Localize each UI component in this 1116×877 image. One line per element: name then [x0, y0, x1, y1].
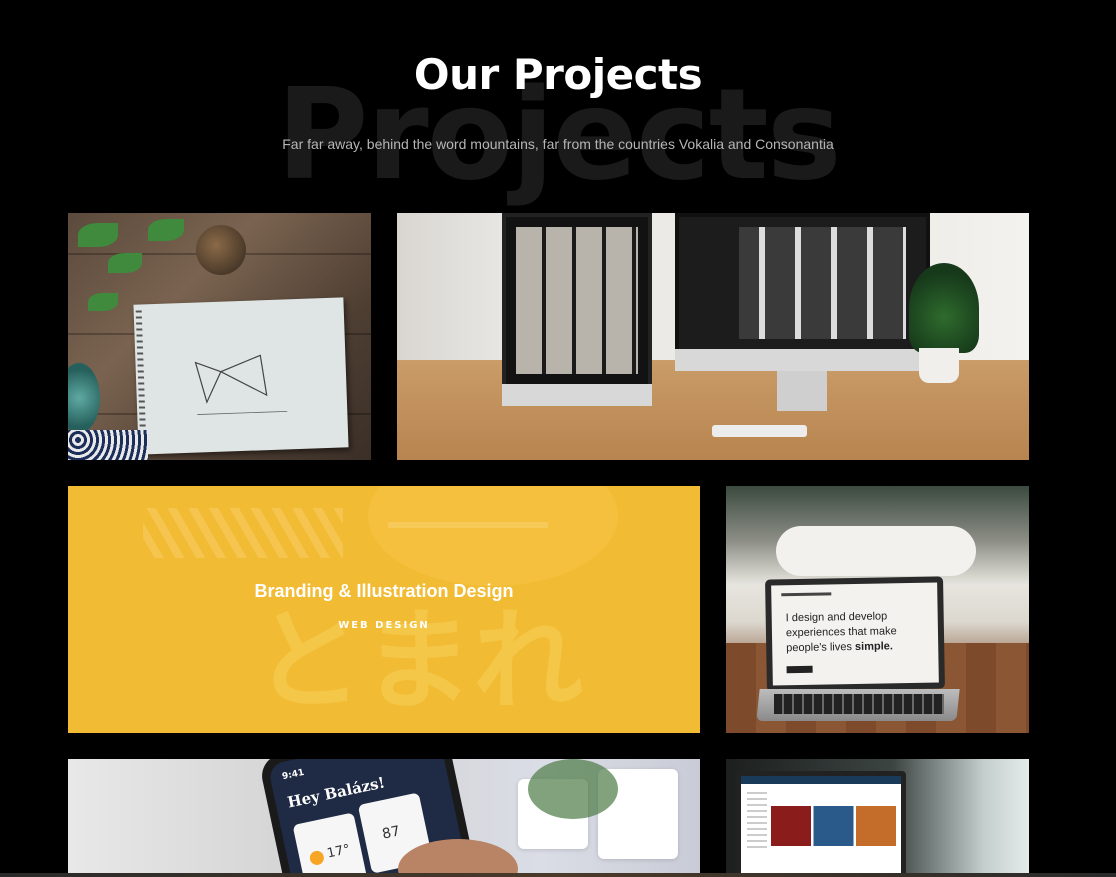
leaf-icon	[88, 293, 118, 311]
sun-icon	[308, 849, 326, 867]
monitor-stand	[777, 371, 827, 411]
monitor-screen	[739, 227, 906, 339]
screen-button	[786, 665, 813, 674]
monitor-left	[502, 213, 652, 388]
laptop-display: I design and develop experiences that ma…	[771, 582, 939, 686]
screen-topbar	[781, 592, 832, 597]
sketchbook	[133, 297, 349, 455]
laptop-quote: I design and develop experiences that ma…	[786, 609, 929, 656]
lounge-chair	[776, 526, 976, 576]
project-tile-laptop-website[interactable]	[726, 759, 1029, 877]
leaf-icon	[78, 223, 118, 247]
patterned-cloth	[68, 430, 148, 460]
decor-zigzag	[388, 522, 548, 552]
laptop-quote-emphasis: simple.	[854, 640, 893, 653]
project-tile-sketchbook[interactable]	[68, 213, 371, 460]
projects-heading: Projects Our Projects Far far away, behi…	[0, 0, 1116, 200]
website-hero	[771, 806, 896, 846]
project-tile-laptop-quote[interactable]: I design and develop experiences that ma…	[726, 486, 1029, 733]
website-navbar	[741, 776, 901, 784]
laptop-keyboard	[774, 694, 944, 714]
project-tile-branding[interactable]: とまれ Branding & Illustration Design WEB D…	[68, 486, 700, 733]
plant-icon	[909, 263, 979, 353]
website-sidebar	[747, 792, 767, 852]
leaf-icon	[148, 219, 184, 241]
plant-pot	[919, 348, 959, 383]
weather-temp: 17°	[325, 842, 352, 862]
air-quality-value: 87	[380, 823, 402, 843]
plant-icon	[528, 759, 618, 819]
laptop-screen	[736, 771, 906, 877]
bottom-edge	[0, 873, 1116, 877]
section-title: Our Projects	[413, 50, 703, 99]
project-caption: Branding & Illustration Design WEB DESIG…	[68, 581, 700, 631]
weather-card: 17°	[292, 812, 368, 877]
butterfly-sketch-icon	[194, 354, 288, 415]
monitor-right	[675, 213, 930, 353]
project-tile-phone-app[interactable]: 9:41 Hey Balázs! 17° 87	[68, 759, 700, 877]
decor-triangles	[143, 508, 343, 558]
succulent	[68, 363, 100, 433]
project-category[interactable]: WEB DESIGN	[68, 620, 700, 631]
monitor-chin	[675, 349, 930, 371]
section-subtitle: Far far away, behind the word mountains,…	[282, 136, 834, 152]
leaf-icon	[108, 253, 142, 273]
laptop-screen: I design and develop experiences that ma…	[765, 576, 945, 692]
monitor-chin	[502, 384, 652, 406]
project-title[interactable]: Branding & Illustration Design	[68, 581, 700, 602]
monitor-screen	[516, 227, 638, 374]
pinecone	[196, 225, 246, 275]
project-tile-desk-monitors[interactable]	[397, 213, 1029, 460]
keyboard	[712, 425, 807, 437]
